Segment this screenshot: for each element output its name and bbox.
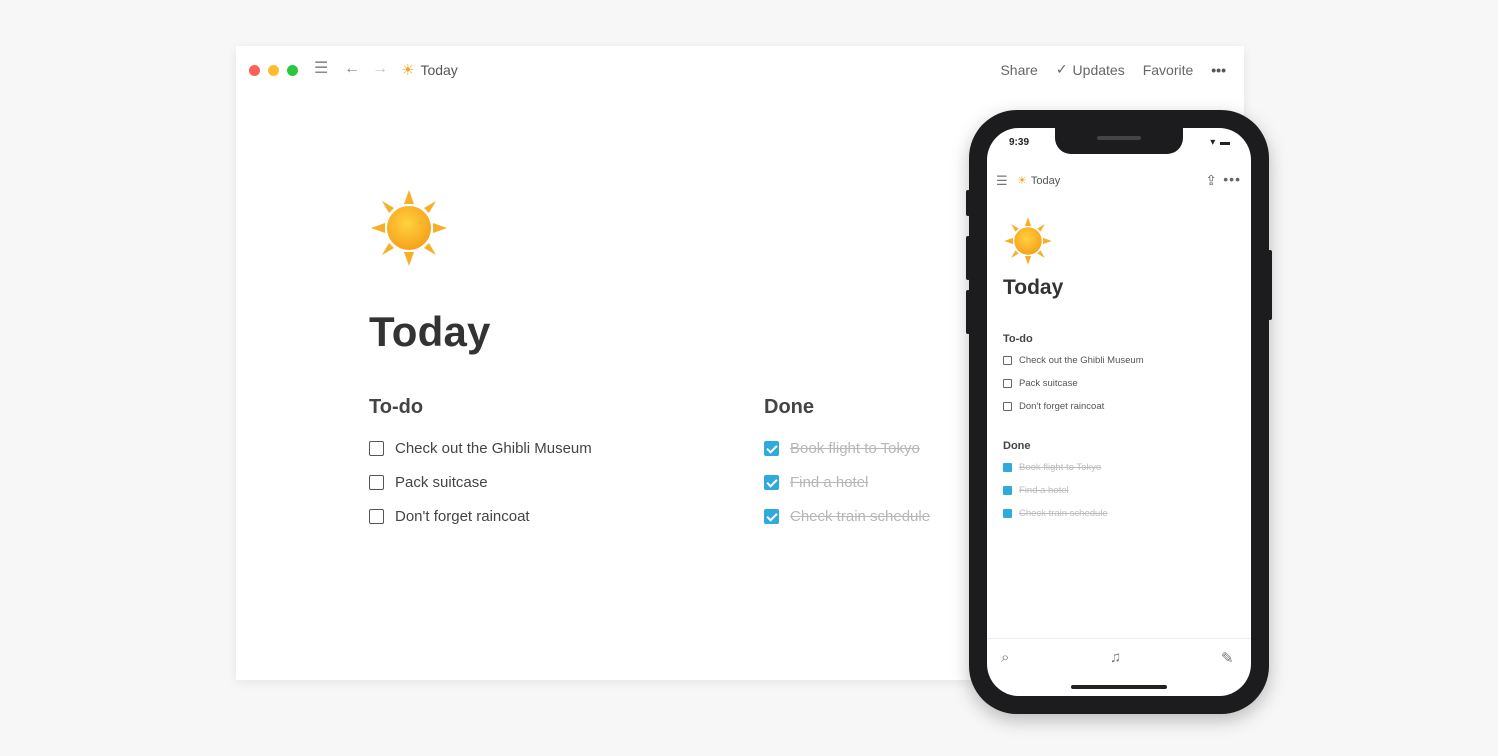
done-item-label: Book flight to Tokyo: [790, 439, 920, 457]
breadcrumb[interactable]: ☀ Today: [401, 61, 458, 79]
mobile-todo-heading: To-do: [1003, 333, 1033, 345]
phone-speaker: [1097, 136, 1141, 140]
favorite-button[interactable]: Favorite: [1143, 62, 1194, 78]
mobile-done-label: Find a hotel: [1019, 485, 1069, 496]
share-icon[interactable]: ⇪: [1205, 172, 1217, 189]
mobile-todo-label: Pack suitcase: [1019, 378, 1078, 389]
checkbox-checked[interactable]: [764, 508, 779, 524]
mobile-bottom-bar: ⌕ ♫ ✎: [987, 638, 1251, 679]
phone-volume-down: [966, 290, 970, 334]
phone-power-button: [1268, 250, 1272, 320]
checkbox-checked[interactable]: [1003, 486, 1012, 495]
mobile-done-section: Done Book flight to Tokyo Find a hotel C…: [1003, 440, 1108, 525]
sun-icon: [1004, 217, 1052, 265]
sun-emoji-icon: ☀: [1017, 175, 1027, 187]
phone-notch: [1055, 128, 1183, 154]
mobile-todo-item[interactable]: Pack suitcase: [1003, 372, 1144, 395]
checkbox[interactable]: [1003, 379, 1012, 388]
minimize-button[interactable]: [268, 65, 279, 76]
mobile-done-item[interactable]: Check train schedule: [1003, 502, 1108, 525]
todo-item[interactable]: Don't forget raincoat: [369, 499, 592, 533]
phone-screen: 9:39 ▾ ▬ ☰ ☀ Today ⇪ ••• Today To-do Che…: [987, 128, 1251, 696]
arrow-right-icon[interactable]: →: [372, 61, 388, 77]
home-indicator: [1071, 685, 1167, 689]
done-item-label: Check train schedule: [790, 507, 931, 525]
todo-item[interactable]: Check out the Ghibli Museum: [369, 431, 592, 465]
updates-label: Updates: [1072, 61, 1125, 78]
window-controls: [249, 65, 298, 76]
zoom-button[interactable]: [287, 65, 298, 76]
arrow-left-icon[interactable]: ←: [344, 61, 360, 77]
mobile-done-heading: Done: [1003, 440, 1031, 452]
done-item[interactable]: Find a hotel: [764, 465, 930, 499]
checkbox[interactable]: [369, 508, 384, 524]
checkbox[interactable]: [369, 474, 384, 490]
mobile-breadcrumb[interactable]: ☀ Today: [1017, 174, 1061, 188]
share-button[interactable]: Share: [1000, 62, 1037, 78]
phone-mute-switch: [966, 190, 970, 216]
bell-icon[interactable]: ♫: [1110, 649, 1121, 666]
hamburger-icon[interactable]: ☰: [314, 61, 328, 77]
checkbox-checked[interactable]: [1003, 463, 1012, 472]
phone-mockup: 9:39 ▾ ▬ ☰ ☀ Today ⇪ ••• Today To-do Che…: [966, 110, 1272, 714]
toolbar-actions: Share ✓ Updates Favorite •••: [1000, 61, 1226, 78]
mobile-done-item[interactable]: Book flight to Tokyo: [1003, 456, 1108, 479]
mobile-todo-label: Check out the Ghibli Museum: [1019, 355, 1144, 366]
more-icon[interactable]: •••: [1211, 62, 1226, 78]
more-icon[interactable]: •••: [1223, 171, 1241, 187]
done-item-label: Find a hotel: [790, 473, 869, 491]
checkbox[interactable]: [1003, 402, 1012, 411]
mobile-todo-item[interactable]: Don't forget raincoat: [1003, 395, 1144, 418]
todo-item[interactable]: Pack suitcase: [369, 465, 592, 499]
mobile-breadcrumb-title: Today: [1030, 174, 1061, 187]
mobile-todo-section: To-do Check out the Ghibli Museum Pack s…: [1003, 333, 1144, 418]
done-item[interactable]: Book flight to Tokyo: [764, 431, 930, 465]
mobile-todo-label: Don't forget raincoat: [1019, 401, 1105, 412]
page-title: Today: [369, 308, 491, 355]
done-heading: Done: [764, 396, 814, 418]
mobile-toolbar: ☰ ☀ Today ⇪ •••: [987, 170, 1251, 198]
updates-button[interactable]: ✓ Updates: [1056, 61, 1125, 78]
todo-item-label: Pack suitcase: [395, 473, 488, 491]
search-icon[interactable]: ⌕: [1001, 649, 1009, 666]
new-page-icon[interactable]: ✎: [1221, 649, 1234, 667]
phone-volume-up: [966, 236, 970, 280]
todo-item-label: Check out the Ghibli Museum: [395, 439, 592, 457]
sun-emoji-icon: ☀: [401, 62, 415, 79]
checkbox-checked[interactable]: [764, 440, 779, 456]
checkbox[interactable]: [1003, 356, 1012, 365]
status-icons: ▾ ▬: [1210, 137, 1231, 148]
checkbox[interactable]: [369, 440, 384, 456]
checkbox-checked[interactable]: [1003, 509, 1012, 518]
mobile-page-title: Today: [1003, 276, 1064, 299]
todo-heading: To-do: [369, 396, 424, 418]
todo-column: To-do Check out the Ghibli Museum Pack s…: [369, 396, 592, 533]
mobile-done-label: Book flight to Tokyo: [1019, 462, 1102, 473]
mobile-todo-item[interactable]: Check out the Ghibli Museum: [1003, 349, 1144, 372]
mobile-done-label: Check train schedule: [1019, 508, 1108, 519]
hamburger-icon[interactable]: ☰: [996, 173, 1008, 189]
mobile-done-item[interactable]: Find a hotel: [1003, 479, 1108, 502]
todo-item-label: Don't forget raincoat: [395, 507, 530, 525]
close-button[interactable]: [249, 65, 260, 76]
done-item[interactable]: Check train schedule: [764, 499, 930, 533]
checkbox-checked[interactable]: [764, 474, 779, 490]
breadcrumb-title: Today: [420, 62, 458, 78]
checkmark-icon: ✓: [1055, 61, 1068, 77]
sun-icon: [371, 190, 447, 266]
done-column: Done Book flight to Tokyo Find a hotel C…: [764, 396, 930, 533]
status-time: 9:39: [1009, 137, 1030, 148]
